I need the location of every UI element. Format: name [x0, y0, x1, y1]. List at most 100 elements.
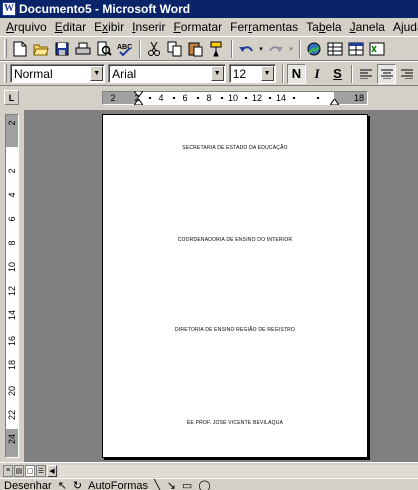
style-value: Normal [13, 66, 53, 81]
menu-ferramentas[interactable]: Ferramentas [226, 20, 302, 34]
ruler-number: 12 [7, 286, 17, 297]
document-area[interactable]: SECRETARIA DE ESTADO DA EDUCAÇÃO COORDEN… [24, 110, 418, 462]
ruler-number: 4 [158, 93, 164, 103]
menu-tabela[interactable]: Tabela [302, 20, 345, 34]
web-layout-view-icon[interactable]: ▤ [14, 464, 24, 477]
outline-view-icon[interactable]: ☰ [36, 464, 46, 477]
ruler-number: 6 [7, 216, 17, 222]
arrow-icon[interactable]: ↘ [167, 479, 176, 490]
new-document-icon[interactable] [10, 39, 30, 59]
toolbar-separator [299, 39, 301, 58]
open-folder-icon[interactable] [31, 39, 51, 59]
ruler-tick [317, 97, 319, 99]
window-title: Documento5 - Microsoft Word [19, 2, 191, 16]
normal-view-icon[interactable]: ≡ [3, 464, 13, 477]
toolbar-separator [139, 39, 141, 58]
line-icon[interactable]: ╲ [154, 479, 161, 490]
document-line[interactable]: DIRETORIA DE ENSINO REGIÃO DE REGISTRO [103, 327, 367, 333]
right-indent-marker[interactable] [330, 99, 339, 105]
tables-borders-icon[interactable] [325, 39, 345, 59]
undo-icon[interactable] [236, 39, 256, 59]
free-rotate-icon[interactable]: ↻ [73, 479, 82, 490]
chevron-down-icon[interactable]: ▼ [260, 66, 274, 81]
ruler-number: 2 [7, 168, 17, 174]
print-icon[interactable] [73, 39, 93, 59]
chevron-down-icon[interactable]: ▼ [90, 66, 104, 81]
copy-icon[interactable] [165, 39, 185, 59]
align-center-icon[interactable] [376, 63, 397, 84]
horizontal-ruler[interactable]: 2 2 4 6 8 10 12 14 18 [102, 91, 368, 105]
document-line[interactable]: EE PROF. JOSÉ VICENTE BEVILAQUA [103, 420, 367, 426]
word-app-icon[interactable]: W [2, 2, 16, 16]
ruler-tick [269, 97, 271, 99]
ruler-number: 18 [7, 360, 17, 371]
menu-formatar[interactable]: Formatar [169, 20, 226, 34]
chevron-down-icon[interactable]: ▼ [210, 66, 224, 81]
view-scroll-bar: ≡ ▤ ▢ ☰ ◀ [0, 462, 418, 478]
document-line[interactable]: COORDENADORIA DE ENSINO DO INTERIOR [103, 237, 367, 243]
redo-icon[interactable] [266, 39, 286, 59]
bold-button[interactable]: N [286, 63, 307, 84]
cut-icon[interactable] [144, 39, 164, 59]
ruler-number: 12 [251, 93, 263, 103]
ruler-number: 10 [7, 262, 17, 273]
ruler-tick [245, 97, 247, 99]
ruler-number: 2 [110, 93, 116, 103]
align-right-icon[interactable] [397, 64, 417, 84]
standard-toolbar: ABC ▾ ▾ [0, 36, 418, 61]
menu-ajuda[interactable]: Ajuda [389, 20, 418, 34]
ruler-tick [173, 97, 175, 99]
ruler-tick [197, 97, 199, 99]
undo-dropdown-icon[interactable]: ▾ [257, 39, 265, 59]
menu-exibir[interactable]: Exibir [90, 20, 128, 34]
svg-text:ABC: ABC [117, 44, 132, 51]
vertical-ruler[interactable]: 2 2 4 6 8 10 12 14 16 18 20 22 24 [5, 114, 19, 458]
ruler-number: 10 [227, 93, 239, 103]
toolbar-separator [231, 39, 233, 58]
insert-excel-icon[interactable] [367, 39, 387, 59]
ruler-number: 20 [7, 386, 17, 397]
ruler-bar: L 2 2 4 6 8 10 12 14 18 [0, 86, 418, 110]
italic-button[interactable]: I [307, 64, 327, 84]
ruler-number: 18 [353, 93, 365, 103]
font-size-combo[interactable]: 12 ▼ [228, 64, 276, 83]
oval-icon[interactable]: ◯ [198, 479, 210, 490]
toolbar-separator [351, 64, 354, 83]
spelling-icon[interactable]: ABC [115, 39, 135, 59]
ruler-number: 2 [134, 93, 140, 103]
draw-menu[interactable]: Desenhar [4, 479, 52, 490]
document-page[interactable]: SECRETARIA DE ESTADO DA EDUCAÇÃO COORDEN… [102, 114, 368, 458]
save-icon[interactable] [52, 39, 72, 59]
tab-stop-selector[interactable]: L [4, 90, 19, 105]
formatting-toolbar: Normal ▼ Arial ▼ 12 ▼ N I S [0, 61, 418, 86]
horizontal-scroll-track[interactable] [59, 464, 418, 477]
insert-table-icon[interactable] [346, 39, 366, 59]
align-left-icon[interactable] [356, 64, 376, 84]
font-size-value: 12 [232, 66, 247, 81]
format-painter-icon[interactable] [207, 39, 227, 59]
redo-dropdown-icon[interactable]: ▾ [287, 39, 295, 59]
select-objects-icon[interactable]: ↖ [58, 479, 67, 490]
ruler-number: 8 [7, 240, 17, 246]
style-combo[interactable]: Normal ▼ [9, 64, 106, 83]
autoshapes-menu[interactable]: AutoFormas [88, 479, 148, 490]
menu-editar[interactable]: Editar [51, 20, 90, 34]
menu-janela[interactable]: Janela [346, 20, 389, 34]
menu-inserir[interactable]: Inserir [128, 20, 169, 34]
paste-icon[interactable] [186, 39, 206, 59]
print-layout-view-icon[interactable]: ▢ [25, 464, 35, 477]
rectangle-icon[interactable]: ▭ [182, 479, 192, 490]
document-line[interactable]: SECRETARIA DE ESTADO DA EDUCAÇÃO [103, 145, 367, 151]
scroll-left-arrow[interactable]: ◀ [47, 464, 57, 477]
print-preview-icon[interactable] [94, 39, 114, 59]
font-combo[interactable]: Arial ▼ [108, 64, 226, 83]
menu-bar: Arquivo Editar Exibir Inserir Formatar Ferram… [0, 18, 418, 36]
toolbar-grip[interactable] [4, 39, 7, 58]
title-bar: W Documento5 - Microsoft Word [0, 0, 418, 18]
ruler-number: 2 [7, 120, 17, 126]
underline-button[interactable]: S [328, 64, 348, 84]
menu-arquivo[interactable]: Arquivo [2, 20, 51, 34]
hyperlink-icon[interactable] [304, 39, 324, 59]
left-ruler-strip: 2 2 4 6 8 10 12 14 16 18 20 22 24 [0, 110, 24, 462]
toolbar-grip[interactable] [4, 64, 7, 83]
